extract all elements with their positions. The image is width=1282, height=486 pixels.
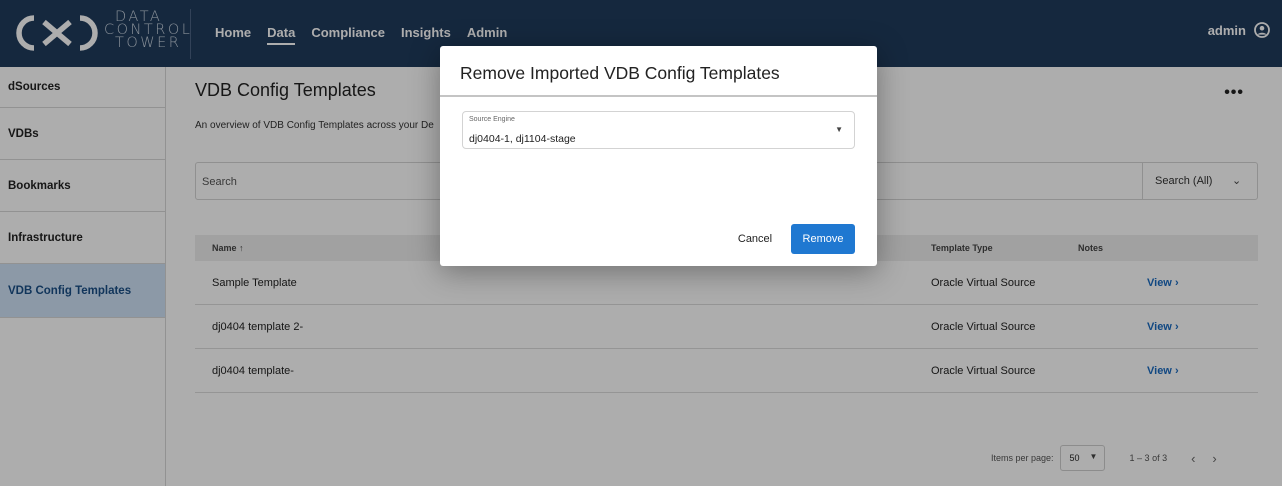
dialog-divider	[440, 95, 877, 97]
dialog-title: Remove Imported VDB Config Templates	[460, 63, 780, 83]
source-engine-select[interactable]: Source Engine dj0404-1, dj1104-stage ▼	[462, 111, 855, 149]
source-engine-value: dj0404-1, dj1104-stage	[469, 133, 576, 145]
remove-button[interactable]: Remove	[791, 224, 855, 254]
remove-templates-dialog: Remove Imported VDB Config Templates Sou…	[440, 46, 877, 266]
cancel-button[interactable]: Cancel	[730, 224, 780, 254]
source-engine-label: Source Engine	[469, 116, 515, 123]
caret-down-icon: ▼	[835, 125, 843, 134]
